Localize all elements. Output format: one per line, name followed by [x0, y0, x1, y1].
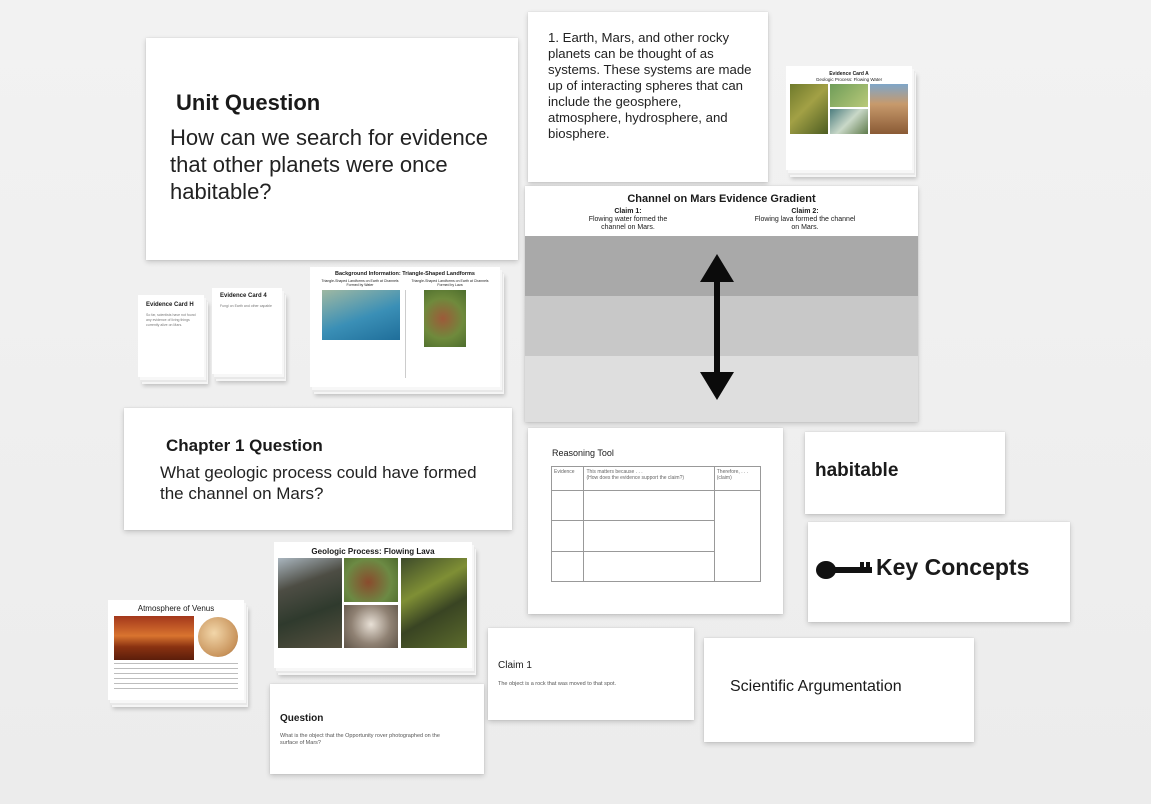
evidence-card-4: Evidence Card 4 Fungi on Earth and other…: [212, 288, 282, 374]
question-heading: Question: [280, 713, 324, 724]
river-meander-image: [790, 84, 828, 134]
reasoning-cell: [583, 489, 715, 522]
evidence-card-4-text: Fungi on Earth and other capable: [220, 304, 272, 308]
landforms-card: Background Information: Triangle-Shaped …: [310, 267, 500, 387]
unit-question-heading: Unit Question: [176, 90, 321, 115]
unit-question-text: How can we search for evidence that othe…: [170, 125, 488, 204]
reasoning-col-therefore: Therefore, . . . (claim): [713, 466, 762, 491]
evidence-card-h-title: Evidence Card H: [146, 302, 194, 308]
reasoning-col-matters: This matters because . . . (How does the …: [583, 466, 715, 491]
reasoning-cell: [550, 520, 585, 552]
reasoning-cell: [550, 550, 585, 583]
evidence-card-h-text: So far, scientists have not found any ev…: [146, 313, 196, 327]
venus-title: Atmosphere of Venus: [137, 604, 215, 613]
reasoning-col2-sub: (How does the evidence support the claim…: [586, 475, 685, 481]
landforms-left-caption: Triangle-Shaped Landforms on Earth at Ch…: [321, 279, 399, 287]
river-delta-image: [830, 84, 868, 107]
claim1-heading: Claim 1:: [614, 208, 642, 215]
venus-body-text-lines: [114, 663, 238, 693]
habitable-text: habitable: [815, 460, 899, 481]
question-text: What is the object that the Opportunity …: [280, 733, 440, 746]
question-card: Question What is the object that the Opp…: [270, 684, 484, 774]
key-icon: [816, 561, 872, 579]
argumentation-card: Scientific Argumentation: [704, 638, 974, 742]
flowing-lava-card: Geologic Process: Flowing Lava: [274, 542, 472, 668]
reasoning-cell: [583, 520, 715, 552]
reasoning-col-evidence: Evidence: [550, 466, 585, 491]
evidence-gradient-sheet: Channel on Mars Evidence Gradient Claim …: [525, 186, 918, 422]
claim2-text: Flowing lava formed the channel on Mars.: [754, 216, 856, 231]
lava-delta-satellite-image: [344, 558, 398, 602]
canyon-image: [870, 84, 908, 134]
chapter-question-card: Chapter 1 Question What geologic process…: [124, 408, 512, 530]
reasoning-cell: [583, 550, 715, 583]
double-arrow-icon: [700, 254, 734, 400]
reasoning-tool-title: Reasoning Tool: [552, 448, 614, 458]
reasoning-col3-sub: (claim): [716, 475, 732, 481]
reasoning-col1-label: Evidence: [554, 469, 575, 475]
lava-flow-satellite-image: [401, 558, 467, 648]
claim1-text: Flowing water formed the channel on Mars…: [588, 216, 668, 231]
landforms-divider: [405, 290, 406, 378]
claim2-heading: Claim 2:: [791, 208, 819, 215]
landforms-right-caption: Triangle-Shaped Landforms on Earth at Ch…: [411, 279, 489, 287]
venus-landscape-image: [114, 616, 194, 660]
evidence-card-a-subtitle: Geologic Process: Flowing Water: [815, 77, 883, 82]
chapter-question-heading: Chapter 1 Question: [166, 436, 323, 455]
reasoning-tool-sheet: Reasoning Tool Evidence This matters bec…: [528, 428, 783, 614]
habitable-card: habitable: [805, 432, 1005, 514]
gradient-title: Channel on Mars Evidence Gradient: [627, 193, 816, 205]
lava-card-title: Geologic Process: Flowing Lava: [311, 547, 435, 556]
lava-river-image: [278, 558, 342, 648]
systems-text: 1. Earth, Mars, and other rocky planets …: [548, 30, 752, 141]
coastal-delta-image: [322, 290, 400, 340]
landforms-title: Background Information: Triangle-Shaped …: [335, 271, 475, 277]
chapter-question-text: What geologic process could have formed …: [160, 463, 477, 503]
lava-delta-image: [424, 290, 466, 347]
key-concepts-text: Key Concepts: [876, 554, 1030, 580]
systems-card: 1. Earth, Mars, and other rocky planets …: [528, 12, 768, 182]
evidence-card-4-title: Evidence Card 4: [220, 293, 267, 299]
venus-planet-image: [198, 617, 238, 657]
claim-heading: Claim 1: [498, 660, 532, 671]
photo-scene: Unit Question How can we search for evid…: [0, 0, 1151, 804]
unit-question-card: Unit Question How can we search for evid…: [146, 38, 518, 260]
reasoning-cell: [550, 489, 585, 522]
reasoning-cell: [713, 490, 762, 582]
reasoning-table: Evidence This matters because . . . (How …: [550, 466, 762, 583]
waterfall-image: [830, 109, 868, 134]
argumentation-text: Scientific Argumentation: [730, 678, 902, 695]
evidence-card-h: Evidence Card H So far, scientists have …: [138, 295, 204, 377]
claim-card: Claim 1 The object is a rock that was mo…: [488, 628, 694, 720]
evidence-card-a: Evidence Card A Geologic Process: Flowin…: [786, 66, 912, 170]
claim-text: The object is a rock that was moved to t…: [498, 681, 617, 687]
volcano-aerial-image: [344, 605, 398, 648]
key-concepts-card: Key Concepts: [808, 522, 1070, 622]
venus-card: Atmosphere of Venus: [108, 600, 244, 700]
